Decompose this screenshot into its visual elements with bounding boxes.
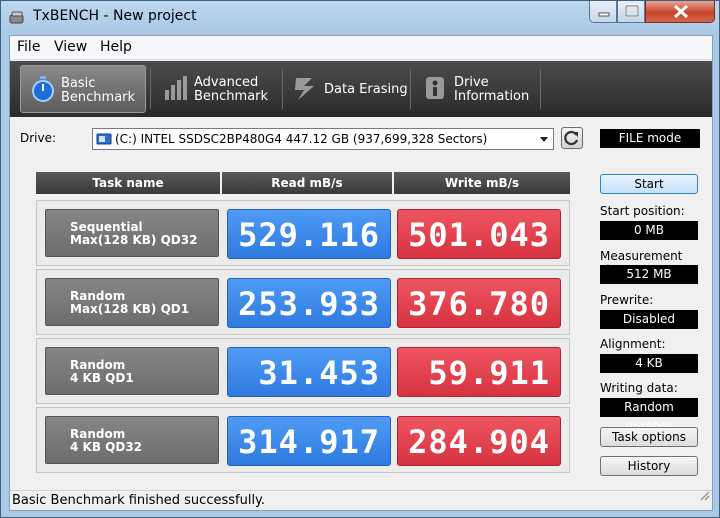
tab-label: Drive Information xyxy=(454,75,530,104)
task-label: Random 4 KB QD32 xyxy=(70,427,143,454)
stopwatch-icon xyxy=(29,75,57,103)
table-row: Random Max(128 KB) QD1 253.933 376.780 xyxy=(36,269,570,335)
start-position-label: Start position: xyxy=(600,204,685,218)
menu-help[interactable]: Help xyxy=(100,39,132,55)
read-result: 529.116 xyxy=(227,209,391,259)
write-result: 59.911 xyxy=(397,347,561,397)
drive-info-icon xyxy=(422,74,450,102)
write-result: 376.780 xyxy=(397,278,561,328)
tab-toolbar: Basic Benchmark Advanced Benchmark Data … xyxy=(10,61,712,117)
writing-data-value[interactable]: Random number xyxy=(600,398,698,433)
write-result: 501.043 xyxy=(397,209,561,259)
tab-label: Data Erasing xyxy=(324,82,408,97)
read-result: 253.933 xyxy=(227,278,391,328)
task-label: Random 4 KB QD1 xyxy=(70,358,134,385)
app-icon xyxy=(9,10,25,24)
status-text: Basic Benchmark finished successfully. xyxy=(12,493,266,508)
resize-grip-icon[interactable] xyxy=(698,488,710,508)
prewrite-label: Prewrite: xyxy=(600,293,654,307)
task-options-button[interactable]: Task options xyxy=(600,427,698,447)
refresh-icon xyxy=(564,130,579,146)
tab-data-erasing[interactable]: Data Erasing xyxy=(284,65,410,113)
drive-select-value: (C:) INTEL SSDSC2BP480G4 447.12 GB (937,… xyxy=(115,132,488,146)
chevron-down-icon[interactable] xyxy=(535,129,553,149)
bar-chart-icon xyxy=(162,74,190,102)
read-result: 31.453 xyxy=(227,347,391,397)
minimize-button[interactable] xyxy=(589,1,617,23)
refresh-button[interactable] xyxy=(561,127,583,149)
read-result: 314.917 xyxy=(227,416,391,466)
menu-bar: File View Help xyxy=(10,36,712,60)
alignment-label: Alignment: xyxy=(600,337,666,351)
results-panel: Task name Read mB/s Write mB/s Sequentia… xyxy=(30,166,574,473)
status-bar: Basic Benchmark finished successfully. xyxy=(10,490,712,510)
prewrite-value[interactable]: Disabled xyxy=(600,310,698,329)
app-window: TxBENCH - New project File View Help Bas… xyxy=(0,0,720,518)
task-label: Random Max(128 KB) QD1 xyxy=(70,289,190,316)
client-area: File View Help Basic Benchmark Advanced … xyxy=(9,35,713,511)
window-title: TxBENCH - New project xyxy=(33,8,197,24)
tab-advanced-benchmark[interactable]: Advanced Benchmark xyxy=(154,65,280,113)
tab-divider xyxy=(410,69,411,109)
drive-icon xyxy=(96,132,112,149)
menu-file[interactable]: File xyxy=(17,39,40,55)
menu-view[interactable]: View xyxy=(54,39,87,55)
alignment-value[interactable]: 4 KB xyxy=(600,354,698,373)
table-row: Random 4 KB QD1 31.453 59.911 xyxy=(36,338,570,404)
writing-data-label: Writing data: xyxy=(600,381,678,395)
tab-label: Basic Benchmark xyxy=(61,76,136,105)
title-bar[interactable]: TxBENCH - New project xyxy=(1,1,719,35)
eraser-icon xyxy=(292,74,320,102)
task-button[interactable]: Random 4 KB QD1 xyxy=(45,347,219,395)
tab-divider xyxy=(150,69,151,109)
task-button[interactable]: Random Max(128 KB) QD1 xyxy=(45,278,219,326)
tab-divider xyxy=(282,69,283,109)
task-label: Sequential Max(128 KB) QD32 xyxy=(70,220,198,247)
tab-drive-information[interactable]: Drive Information xyxy=(414,65,540,113)
column-header-read: Read mB/s xyxy=(222,172,392,194)
close-button[interactable] xyxy=(645,1,715,23)
column-header-task: Task name xyxy=(36,172,220,194)
history-button[interactable]: History xyxy=(600,456,698,476)
maximize-button[interactable] xyxy=(617,1,645,23)
measurement-size-value[interactable]: 512 MB xyxy=(600,265,698,284)
table-row: Random 4 KB QD32 314.917 284.904 xyxy=(36,407,570,473)
task-button[interactable]: Sequential Max(128 KB) QD32 xyxy=(45,209,219,257)
drive-label: Drive: xyxy=(20,131,57,145)
tab-divider xyxy=(540,69,541,109)
tab-label: Advanced Benchmark xyxy=(194,75,269,104)
table-row: Sequential Max(128 KB) QD32 529.116 501.… xyxy=(36,200,570,266)
start-position-value[interactable]: 0 MB xyxy=(600,221,698,240)
task-button[interactable]: Random 4 KB QD32 xyxy=(45,416,219,464)
tab-basic-benchmark[interactable]: Basic Benchmark xyxy=(20,65,146,113)
start-button[interactable]: Start xyxy=(600,174,698,194)
write-result: 284.904 xyxy=(397,416,561,466)
file-mode-indicator: FILE mode xyxy=(600,129,700,148)
column-header-write: Write mB/s xyxy=(394,172,570,194)
drive-select[interactable]: (C:) INTEL SSDSC2BP480G4 447.12 GB (937,… xyxy=(92,128,554,150)
